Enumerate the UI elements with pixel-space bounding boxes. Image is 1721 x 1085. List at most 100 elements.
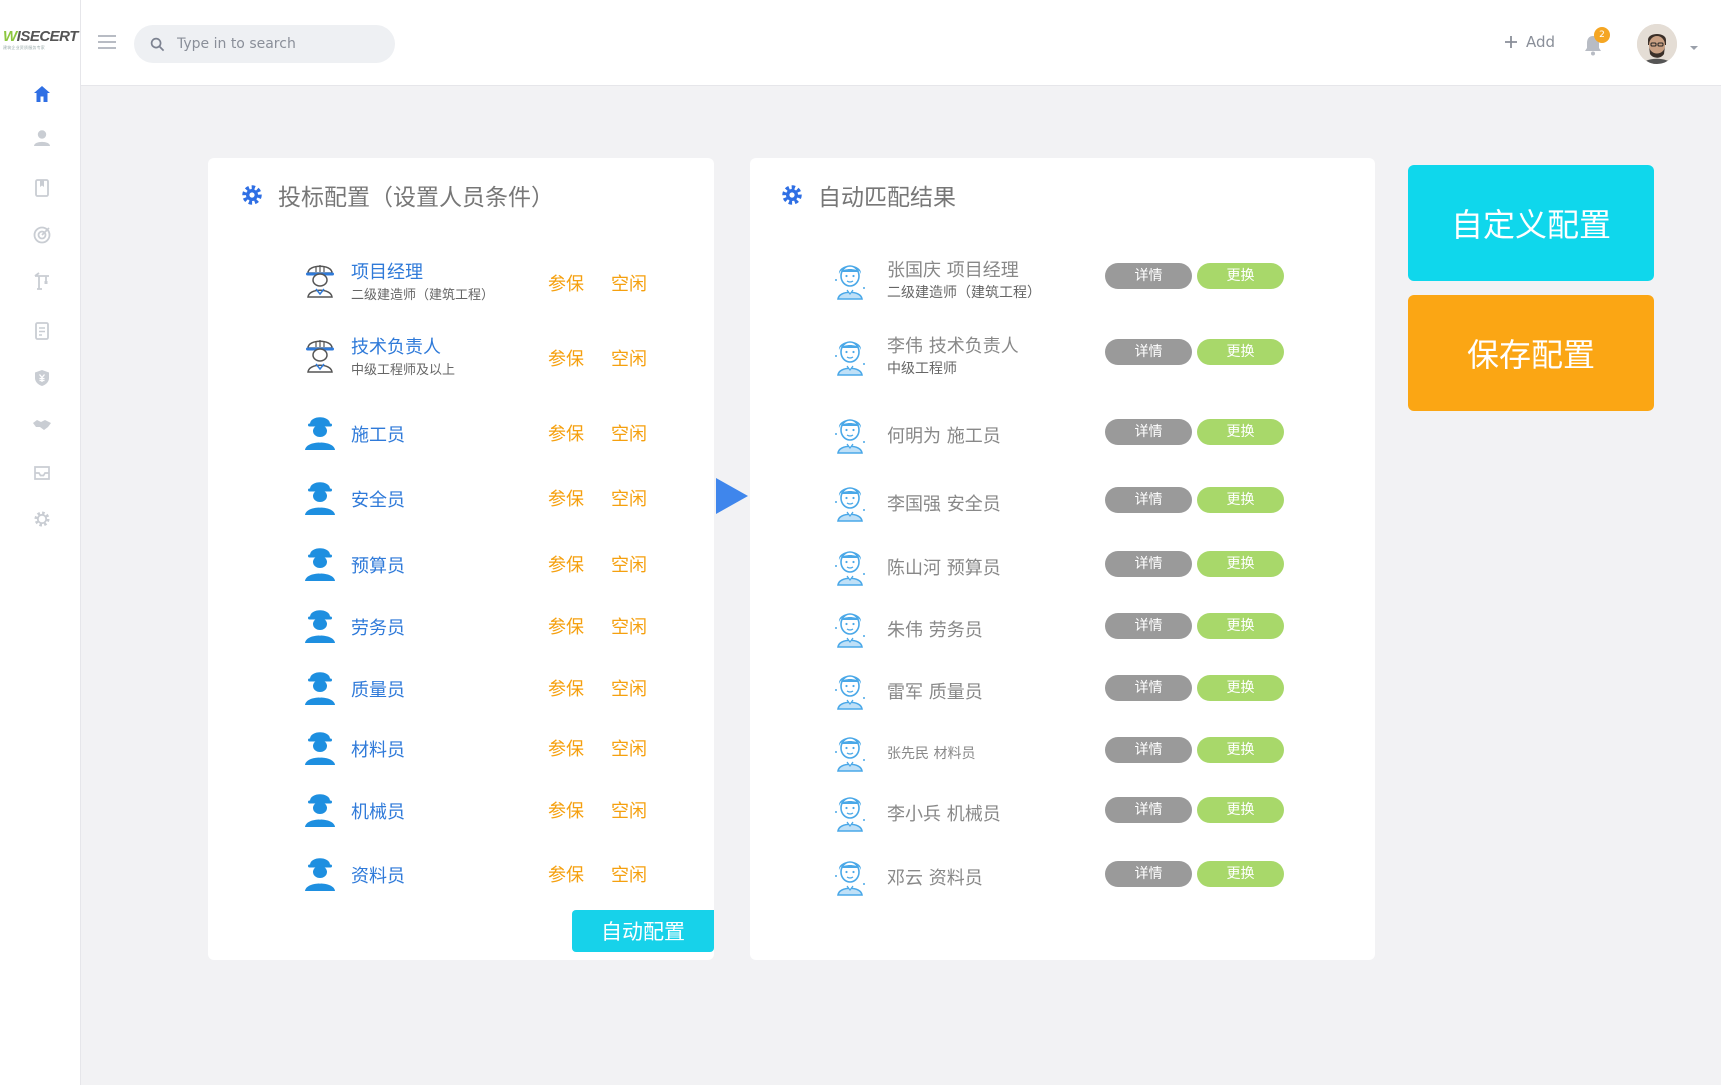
match-row: 邓云 资料员 详情 更换 xyxy=(750,856,1375,906)
worker-icon xyxy=(303,476,337,516)
person-name: 李国强 安全员 xyxy=(887,494,1001,515)
arrow-right-icon xyxy=(716,478,748,514)
document-icon[interactable] xyxy=(31,320,53,342)
swap-button[interactable]: 更换 xyxy=(1197,737,1284,763)
role-name: 技术负责人 xyxy=(351,337,441,358)
insured-tag[interactable]: 参保 xyxy=(548,551,584,577)
role-name: 施工员 xyxy=(351,425,405,446)
handshake-icon[interactable] xyxy=(31,414,53,436)
brand-logo[interactable]: WISECERT 建筑企业资质服务专家 xyxy=(3,28,79,56)
inbox-icon[interactable] xyxy=(31,462,53,484)
idle-tag[interactable]: 空闲 xyxy=(611,675,647,701)
role-row: 项目经理 二级建造师（建筑工程） 参保 空闲 xyxy=(208,258,714,308)
person-avatar-icon xyxy=(833,544,867,586)
detail-button[interactable]: 详情 xyxy=(1105,487,1192,513)
save-config-button[interactable]: 保存配置 xyxy=(1408,295,1654,411)
role-row: 机械员 参保 空闲 xyxy=(208,788,714,838)
person-name: 张国庆 项目经理 xyxy=(887,260,1019,281)
detail-button[interactable]: 详情 xyxy=(1105,861,1192,887)
idle-tag[interactable]: 空闲 xyxy=(611,613,647,639)
search-bar[interactable] xyxy=(134,25,395,63)
swap-button[interactable]: 更换 xyxy=(1197,613,1284,639)
worker-icon xyxy=(303,411,337,451)
person-avatar-icon xyxy=(833,730,867,772)
swap-button[interactable]: 更换 xyxy=(1197,339,1284,365)
idle-tag[interactable]: 空闲 xyxy=(611,270,647,296)
bid-config-panel: 投标配置（设置人员条件） 项目经理 二级建造师（建筑工程） 参保 空闲 技术负责… xyxy=(208,158,714,960)
detail-button[interactable]: 详情 xyxy=(1105,675,1192,701)
insured-tag[interactable]: 参保 xyxy=(548,345,584,371)
idle-tag[interactable]: 空闲 xyxy=(611,861,647,887)
detail-button[interactable]: 详情 xyxy=(1105,551,1192,577)
worker-icon xyxy=(303,726,337,766)
idle-tag[interactable]: 空闲 xyxy=(611,797,647,823)
person-name: 雷军 质量员 xyxy=(887,682,983,703)
idle-tag[interactable]: 空闲 xyxy=(611,345,647,371)
swap-button[interactable]: 更换 xyxy=(1197,797,1284,823)
person-name: 陈山河 预算员 xyxy=(887,558,1001,579)
worker-icon xyxy=(303,788,337,828)
insured-tag[interactable]: 参保 xyxy=(548,735,584,761)
insured-tag[interactable]: 参保 xyxy=(548,270,584,296)
insured-tag[interactable]: 参保 xyxy=(548,613,584,639)
insured-tag[interactable]: 参保 xyxy=(548,861,584,887)
chevron-down-icon[interactable] xyxy=(1688,38,1700,50)
worker-icon xyxy=(303,542,337,582)
swap-button[interactable]: 更换 xyxy=(1197,551,1284,577)
swap-button[interactable]: 更换 xyxy=(1197,263,1284,289)
notification-badge: 2 xyxy=(1594,27,1610,43)
detail-button[interactable]: 详情 xyxy=(1105,613,1192,639)
match-row: 李国强 安全员 详情 更换 xyxy=(750,482,1375,532)
insured-tag[interactable]: 参保 xyxy=(548,485,584,511)
detail-button[interactable]: 详情 xyxy=(1105,419,1192,445)
gear-icon xyxy=(782,185,802,205)
insured-tag[interactable]: 参保 xyxy=(548,675,584,701)
role-name: 劳务员 xyxy=(351,618,405,639)
role-name: 质量员 xyxy=(351,680,405,701)
shield-yen-icon[interactable] xyxy=(31,367,53,389)
detail-button[interactable]: 详情 xyxy=(1105,737,1192,763)
idle-tag[interactable]: 空闲 xyxy=(611,420,647,446)
panel-title: 自动匹配结果 xyxy=(780,178,956,212)
target-icon[interactable] xyxy=(31,224,53,246)
crane-icon[interactable] xyxy=(31,270,53,292)
detail-button[interactable]: 详情 xyxy=(1105,797,1192,823)
settings-icon[interactable] xyxy=(31,508,53,530)
role-row: 施工员 参保 空闲 xyxy=(208,411,714,461)
role-name: 安全员 xyxy=(351,490,405,511)
idle-tag[interactable]: 空闲 xyxy=(611,735,647,761)
insured-tag[interactable]: 参保 xyxy=(548,420,584,446)
worker-icon xyxy=(303,666,337,706)
avatar[interactable] xyxy=(1637,24,1677,64)
person-avatar-icon xyxy=(833,668,867,710)
top-header: Add 2 xyxy=(81,0,1721,86)
user-icon[interactable] xyxy=(31,127,53,149)
match-result-panel: 自动匹配结果 张国庆 项目经理 二级建造师（建筑工程） 详情 更换 李伟 技术负… xyxy=(750,158,1375,960)
role-name: 预算员 xyxy=(351,556,405,577)
role-name: 机械员 xyxy=(351,802,405,823)
person-avatar-icon xyxy=(833,334,867,376)
search-input[interactable] xyxy=(177,36,377,52)
person-name: 何明为 施工员 xyxy=(887,426,1001,447)
person-avatar-icon xyxy=(833,854,867,896)
add-button[interactable]: Add xyxy=(1504,33,1555,51)
swap-button[interactable]: 更换 xyxy=(1197,675,1284,701)
plus-icon xyxy=(1505,36,1517,48)
swap-button[interactable]: 更换 xyxy=(1197,861,1284,887)
insured-tag[interactable]: 参保 xyxy=(548,797,584,823)
swap-button[interactable]: 更换 xyxy=(1197,487,1284,513)
person-name: 李伟 技术负责人 xyxy=(887,336,1019,357)
idle-tag[interactable]: 空闲 xyxy=(611,551,647,577)
custom-config-button[interactable]: 自定义配置 xyxy=(1408,165,1654,281)
home-icon[interactable] xyxy=(31,83,53,105)
detail-button[interactable]: 详情 xyxy=(1105,263,1192,289)
worker-icon xyxy=(303,604,337,644)
role-row: 预算员 参保 空闲 xyxy=(208,542,714,592)
auto-config-button[interactable]: 自动配置 xyxy=(572,910,714,952)
menu-toggle-icon[interactable] xyxy=(97,34,117,50)
swap-button[interactable]: 更换 xyxy=(1197,419,1284,445)
role-requirement: 二级建造师（建筑工程） xyxy=(351,288,495,303)
detail-button[interactable]: 详情 xyxy=(1105,339,1192,365)
idle-tag[interactable]: 空闲 xyxy=(611,485,647,511)
bookmark-icon[interactable] xyxy=(31,177,53,199)
